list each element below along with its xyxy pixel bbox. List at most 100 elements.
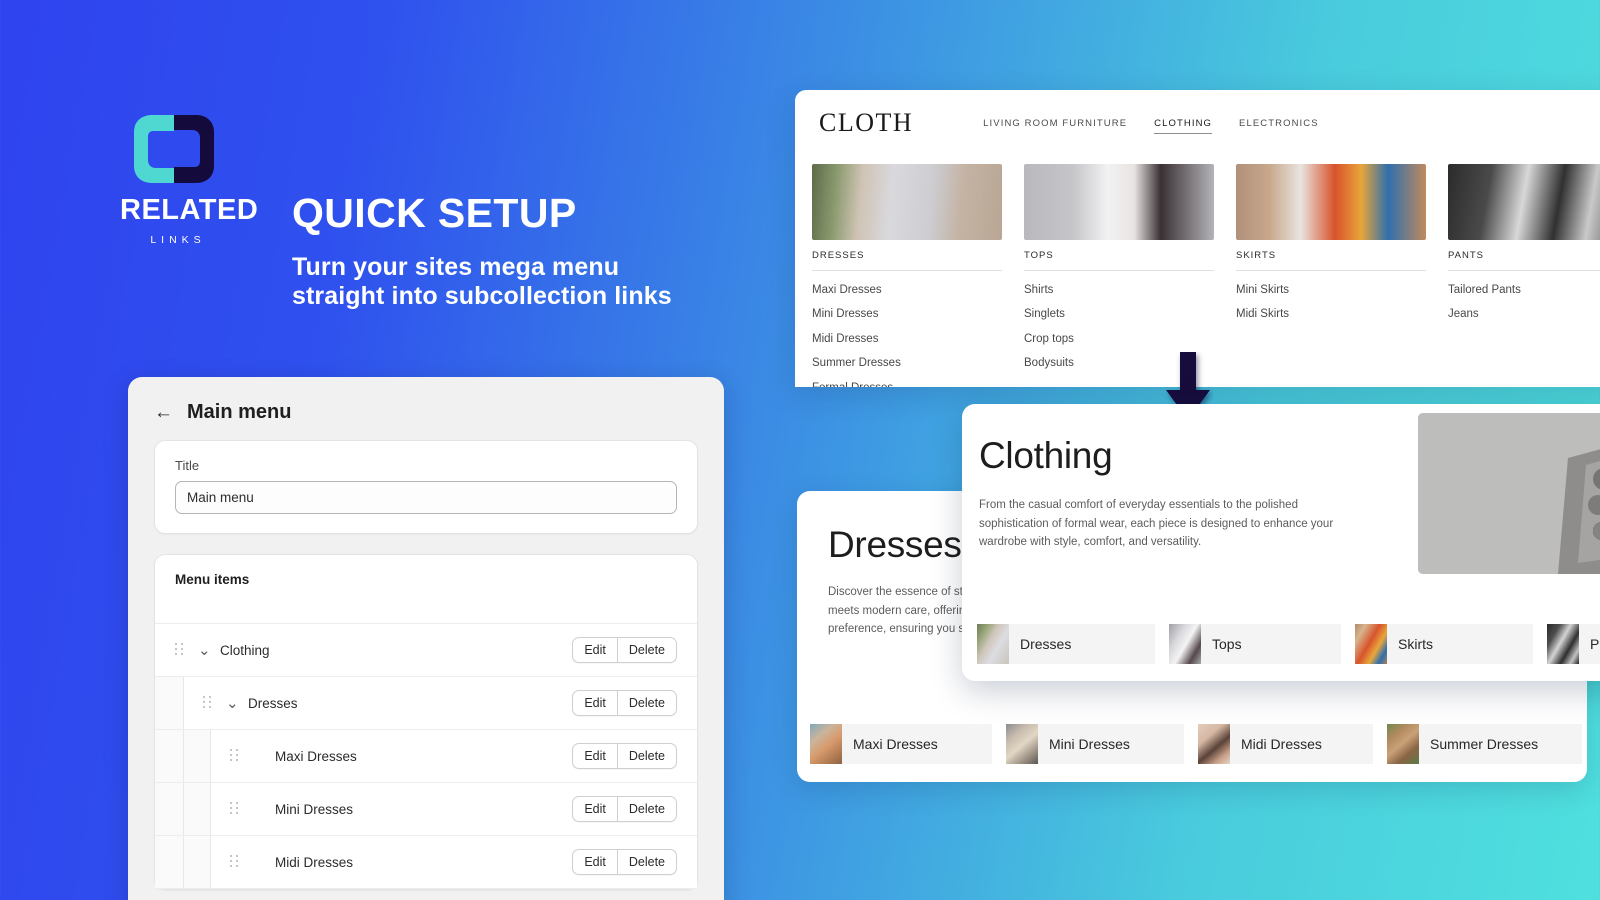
menu-item-row[interactable]: Midi Dresses Edit Delete (155, 836, 697, 889)
nav-item-living-room-furniture[interactable]: LIVING ROOM FURNITURE (983, 118, 1127, 134)
storefront-nav: LIVING ROOM FURNITURE CLOTHING ELECTRONICS (983, 112, 1319, 134)
drag-handle-icon[interactable] (203, 696, 214, 710)
edit-button[interactable]: Edit (572, 849, 618, 875)
menu-item-row[interactable]: ⌄ Dresses Edit Delete (155, 677, 697, 730)
drag-handle-icon[interactable] (230, 855, 241, 869)
chip-thumbnail (1006, 724, 1038, 764)
row-actions: Edit Delete (572, 690, 677, 716)
edit-button[interactable]: Edit (572, 743, 618, 769)
brand-tagline: LINKS (150, 234, 206, 246)
delete-button[interactable]: Delete (617, 743, 677, 769)
drag-handle-icon[interactable] (230, 802, 241, 816)
menu-item-label: Dresses (248, 695, 298, 711)
collection-chip[interactable]: Skirts (1355, 624, 1533, 664)
mega-link[interactable]: Crop tops (1024, 333, 1214, 345)
indent-rail (210, 836, 211, 888)
mega-column: PANTS Tailored Pants Jeans (1448, 164, 1600, 387)
mega-link[interactable]: Midi Dresses (812, 333, 1002, 345)
edit-button[interactable]: Edit (572, 637, 618, 663)
chip-thumbnail (1169, 624, 1201, 664)
back-arrow-icon[interactable]: ← (154, 403, 173, 422)
title-card: Title (154, 440, 698, 534)
mega-link[interactable]: Midi Skirts (1236, 308, 1426, 320)
menu-title-input[interactable] (175, 481, 677, 514)
mega-column-title: PANTS (1448, 250, 1600, 271)
mega-link[interactable]: Mini Skirts (1236, 284, 1426, 296)
menu-item-label: Clothing (220, 642, 270, 658)
delete-button[interactable]: Delete (617, 690, 677, 716)
collection-chip[interactable]: Mini Dresses (1006, 724, 1184, 764)
mega-link[interactable]: Shirts (1024, 284, 1214, 296)
interlocking-links-icon (128, 112, 220, 186)
chip-thumbnail (1355, 624, 1387, 664)
mega-column-thumbnail[interactable] (1448, 164, 1600, 240)
indent-rail (210, 783, 211, 835)
promo-subtitle: Turn your sites mega menu straight into … (292, 253, 672, 311)
drag-handle-icon[interactable] (230, 749, 241, 763)
menu-item-row[interactable]: ⌄ Clothing Edit Delete (155, 624, 697, 677)
promo-heading-block: QUICK SETUP Turn your sites mega menu st… (292, 191, 692, 311)
title-field-label: Title (175, 458, 200, 473)
chevron-down-icon[interactable]: ⌄ (226, 696, 244, 711)
nav-item-electronics[interactable]: ELECTRONICS (1239, 118, 1319, 134)
mega-column-title: TOPS (1024, 250, 1214, 271)
menu-items-card: Menu items ⌄ Clothing Edit Delete ⌄ Dresses Ed… (154, 554, 698, 890)
delete-button[interactable]: Delete (617, 849, 677, 875)
menu-items-label: Menu items (175, 572, 250, 587)
storefront-logo[interactable]: CLOTH (819, 108, 913, 138)
collection-chip[interactable]: Tops (1169, 624, 1341, 664)
chip-label: Mini Dresses (1049, 736, 1130, 752)
chip-label: Summer Dresses (1430, 736, 1539, 752)
mega-column: DRESSES Maxi Dresses Mini Dresses Midi Dres… (812, 164, 1002, 387)
menu-item-row[interactable]: Maxi Dresses Edit Delete (155, 730, 697, 783)
mega-link[interactable]: Jeans (1448, 308, 1600, 320)
row-actions: Edit Delete (572, 796, 677, 822)
mega-column-thumbnail[interactable] (812, 164, 1002, 240)
chip-thumbnail (1198, 724, 1230, 764)
admin-header: ← Main menu (128, 377, 724, 440)
row-actions: Edit Delete (572, 849, 677, 875)
chip-label: Pants (1590, 636, 1600, 652)
page-title: Main menu (187, 401, 292, 423)
row-actions: Edit Delete (572, 637, 677, 663)
chip-label: Maxi Dresses (853, 736, 938, 752)
clothing-collection-card: Clothing From the casual comfort of ever… (962, 404, 1600, 681)
row-actions: Edit Delete (572, 743, 677, 769)
chip-thumbnail (977, 624, 1009, 664)
mega-link[interactable]: Singlets (1024, 308, 1214, 320)
mega-link[interactable]: Summer Dresses (812, 357, 1002, 369)
delete-button[interactable]: Delete (617, 796, 677, 822)
mega-column-title: SKIRTS (1236, 250, 1426, 271)
indent-rail (183, 783, 184, 835)
mega-column-title: DRESSES (812, 250, 1002, 271)
collection-chip[interactable]: Summer Dresses (1387, 724, 1582, 764)
collection-chip[interactable]: Pants (1547, 624, 1600, 664)
drag-handle-icon[interactable] (175, 643, 186, 657)
mega-link[interactable]: Tailored Pants (1448, 284, 1600, 296)
indent-rail (210, 730, 211, 782)
delete-button[interactable]: Delete (617, 637, 677, 663)
mega-link[interactable]: Mini Dresses (812, 308, 1002, 320)
collection-chip[interactable]: Midi Dresses (1198, 724, 1373, 764)
chip-label: Skirts (1398, 636, 1433, 652)
collection-chip[interactable]: Maxi Dresses (810, 724, 992, 764)
mega-column-thumbnail[interactable] (1024, 164, 1214, 240)
chip-label: Dresses (1020, 636, 1072, 652)
mega-link[interactable]: Maxi Dresses (812, 284, 1002, 296)
admin-panel: ← Main menu Title Menu items ⌄ Clothing Ed… (128, 377, 724, 900)
chip-label: Tops (1212, 636, 1242, 652)
storefront-mega-menu: CLOTH LIVING ROOM FURNITURE CLOTHING ELECT… (795, 90, 1600, 387)
chip-thumbnail (1387, 724, 1419, 764)
mega-link[interactable]: Formal Dresses (812, 382, 1002, 388)
edit-button[interactable]: Edit (572, 796, 618, 822)
menu-item-row[interactable]: Mini Dresses Edit Delete (155, 783, 697, 836)
edit-button[interactable]: Edit (572, 690, 618, 716)
chip-thumbnail (810, 724, 842, 764)
clothing-description: From the casual comfort of everyday esse… (979, 499, 1334, 549)
mega-column: SKIRTS Mini Skirts Midi Skirts (1236, 164, 1426, 387)
chevron-down-icon[interactable]: ⌄ (198, 643, 216, 658)
collection-chip[interactable]: Dresses (977, 624, 1155, 664)
nav-item-clothing[interactable]: CLOTHING (1154, 118, 1213, 134)
mega-column-thumbnail[interactable] (1236, 164, 1426, 240)
menu-item-label: Midi Dresses (275, 854, 354, 870)
